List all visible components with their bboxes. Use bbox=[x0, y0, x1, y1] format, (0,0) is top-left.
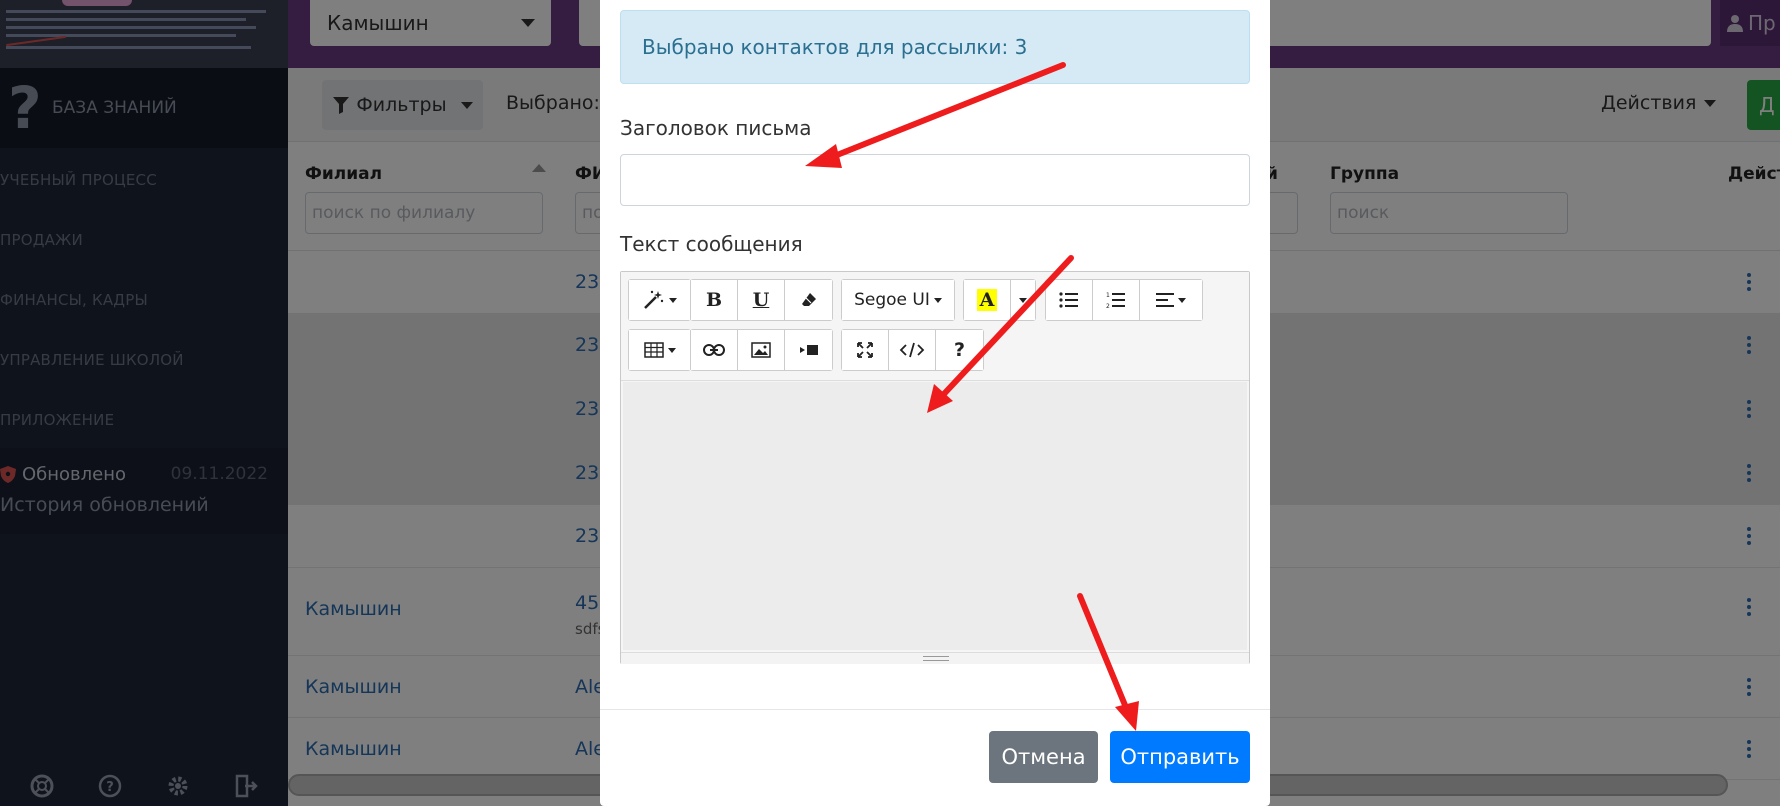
insert-image-button[interactable] bbox=[738, 330, 785, 370]
message-label: Текст сообщения bbox=[620, 232, 803, 256]
align-dropdown[interactable] bbox=[1140, 280, 1202, 320]
help-button[interactable]: ? bbox=[936, 330, 983, 370]
format-group: B U bbox=[690, 279, 833, 321]
image-icon bbox=[751, 342, 771, 358]
rich-text-editor: B U Segoe UI A 1 2 ? bbox=[620, 271, 1250, 664]
bold-button[interactable]: B bbox=[691, 280, 738, 320]
font-group: Segoe UI bbox=[841, 279, 955, 321]
chevron-down-icon bbox=[933, 297, 942, 303]
chevron-down-icon bbox=[1019, 297, 1027, 303]
table-icon bbox=[643, 342, 664, 358]
message-editor-body[interactable] bbox=[623, 382, 1247, 650]
cancel-button[interactable]: Отмена bbox=[989, 731, 1098, 783]
svg-text:2: 2 bbox=[1106, 303, 1110, 309]
code-icon bbox=[899, 342, 925, 358]
editor-resize-handle[interactable] bbox=[621, 652, 1249, 664]
table-button[interactable] bbox=[629, 330, 690, 370]
grip-icon bbox=[923, 656, 949, 661]
code-view-button[interactable] bbox=[889, 330, 936, 370]
highlight-icon: A bbox=[976, 289, 998, 311]
editor-toolbar: B U Segoe UI A 1 2 ? bbox=[621, 272, 1249, 381]
para-group: 12 bbox=[1045, 279, 1203, 321]
view-group: ? bbox=[841, 329, 984, 371]
style-button[interactable] bbox=[629, 280, 690, 320]
subject-input[interactable] bbox=[620, 154, 1250, 206]
color-dropdown[interactable] bbox=[1011, 280, 1035, 320]
numbered-list-button[interactable]: 12 bbox=[1093, 280, 1140, 320]
fullscreen-button[interactable] bbox=[842, 330, 889, 370]
fullscreen-icon bbox=[857, 342, 873, 358]
insert-video-button[interactable] bbox=[785, 330, 832, 370]
highlight-color-button[interactable]: A bbox=[964, 280, 1011, 320]
subject-label: Заголовок письма bbox=[620, 116, 812, 140]
color-group: A bbox=[963, 279, 1036, 321]
svg-text:1: 1 bbox=[1106, 292, 1110, 299]
insert-group bbox=[690, 329, 833, 371]
mailing-modal: Выбрано контактов для рассылки: 3 Заголо… bbox=[600, 0, 1270, 806]
numbered-list-icon: 12 bbox=[1106, 292, 1125, 309]
selected-contacts-alert: Выбрано контактов для рассылки: 3 bbox=[620, 10, 1250, 84]
font-family-dropdown[interactable]: Segoe UI bbox=[842, 280, 954, 320]
app-root: ? БАЗА ЗНАНИЙ УЧЕБНЫЙ ПРОЦЕСС ПРОДАЖИ ФИ… bbox=[0, 0, 1780, 806]
clear-format-button[interactable] bbox=[785, 280, 832, 320]
style-group bbox=[628, 279, 691, 321]
modal-footer-divider bbox=[600, 709, 1270, 710]
font-family-value: Segoe UI bbox=[854, 290, 930, 310]
bullet-list-icon bbox=[1059, 292, 1078, 308]
link-icon bbox=[703, 344, 725, 356]
bullet-list-button[interactable] bbox=[1046, 280, 1093, 320]
eraser-icon bbox=[801, 293, 816, 306]
magic-wand-icon bbox=[643, 290, 663, 309]
underline-button[interactable]: U bbox=[738, 280, 785, 320]
video-icon bbox=[799, 345, 818, 355]
align-left-icon bbox=[1156, 293, 1174, 307]
chevron-down-icon bbox=[667, 347, 676, 353]
table-group bbox=[628, 329, 691, 371]
insert-link-button[interactable] bbox=[691, 330, 738, 370]
send-button[interactable]: Отправить bbox=[1110, 731, 1250, 783]
chevron-down-icon bbox=[668, 297, 677, 303]
chevron-down-icon bbox=[1178, 297, 1186, 303]
